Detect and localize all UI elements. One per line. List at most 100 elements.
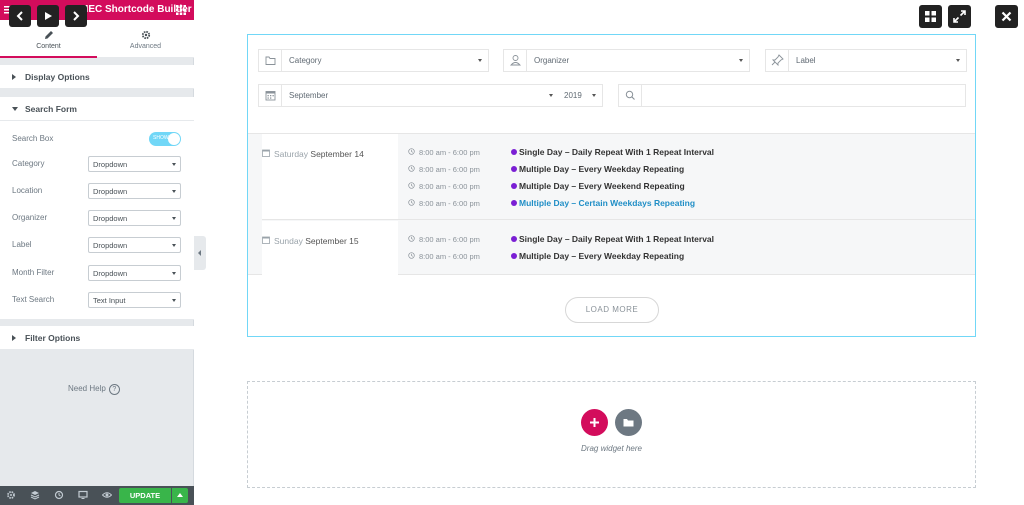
need-help-link[interactable]: Need Help? <box>68 384 120 395</box>
day-group: Sunday September 15 8:00 am - 6:00 pm Sin… <box>262 221 975 276</box>
event-item[interactable]: 8:00 am - 6:00 pm Multiple Day – Every We… <box>408 162 968 178</box>
collapse-panel-handle[interactable] <box>194 236 206 270</box>
event-item[interactable]: 8:00 am - 6:00 pm Multiple Day – Every We… <box>408 249 968 265</box>
text-search-select[interactable]: Text Input <box>88 292 181 308</box>
empty-section-drop-zone[interactable]: Drag widget here <box>247 381 976 488</box>
search-form-controls: Search Box SHOW Category Dropdown Locati… <box>0 121 194 320</box>
organizer-select[interactable]: Dropdown <box>88 210 181 226</box>
event-title-link[interactable]: Multiple Day – Every Weekday Repeating <box>519 164 684 174</box>
category-select-value: Dropdown <box>93 160 128 169</box>
tab-advanced[interactable]: Advanced <box>97 20 194 58</box>
label-select-value: Dropdown <box>93 241 128 250</box>
section-display-options[interactable]: Display Options <box>0 65 194 89</box>
event-title-link[interactable]: Multiple Day – Every Weekend Repeating <box>519 181 685 191</box>
search-box-label: Search Box <box>12 134 54 143</box>
event-title-link[interactable]: Multiple Day – Certain Weekdays Repeatin… <box>519 198 695 208</box>
dropdown-arrow-icon <box>549 94 553 97</box>
event-title-link[interactable]: Single Day – Daily Repeat With 1 Repeat … <box>519 234 714 244</box>
tab-content-label: Content <box>36 43 61 50</box>
search-box-toggle[interactable]: SHOW <box>149 132 181 146</box>
play-button[interactable] <box>37 5 59 27</box>
day-weekday: Sunday <box>274 236 303 246</box>
event-color-dot <box>511 236 517 242</box>
category-row: Category Dropdown <box>12 156 182 172</box>
history-icon[interactable] <box>54 490 64 500</box>
forward-button[interactable] <box>65 5 87 27</box>
text-search-field[interactable] <box>618 84 966 107</box>
label-select[interactable]: Dropdown <box>88 237 181 253</box>
dropdown-arrow-icon <box>739 59 743 62</box>
month-filter-row: Month Filter Dropdown <box>12 265 182 281</box>
widgets-grid-icon[interactable] <box>176 5 186 15</box>
day-date: Saturday September 14 <box>274 149 364 159</box>
add-template-button[interactable] <box>615 409 642 436</box>
toggle-knob <box>168 133 180 145</box>
event-item[interactable]: 8:00 am - 6:00 pm Multiple Day – Every We… <box>408 179 968 195</box>
need-help-label: Need Help <box>68 384 106 393</box>
label-label: Label <box>12 240 32 249</box>
settings-icon[interactable] <box>6 490 16 500</box>
editor-panel: MEC Shortcode Builder Content Advanced D… <box>0 0 194 505</box>
panel-footer: UPDATE <box>0 486 194 505</box>
label-filter[interactable]: Label <box>765 49 967 72</box>
location-select[interactable]: Dropdown <box>88 183 181 199</box>
dropdown-arrow-icon <box>172 163 176 166</box>
month-filter[interactable]: September <box>258 84 560 107</box>
load-more-button[interactable]: LOAD MORE <box>565 297 659 323</box>
event-item[interactable]: 8:00 am - 6:00 pm Multiple Day – Certain … <box>408 196 968 212</box>
label-filter-text: Label <box>796 56 816 65</box>
panel-title: MEC Shortcode Builder <box>80 4 192 15</box>
fullscreen-button[interactable] <box>948 5 971 28</box>
responsive-mode-icon[interactable] <box>78 490 88 500</box>
event-title-link[interactable]: Multiple Day – Every Weekday Repeating <box>519 251 684 261</box>
folder-icon <box>623 419 634 427</box>
event-item[interactable]: 8:00 am - 6:00 pm Single Day – Daily Repe… <box>408 232 968 248</box>
dropdown-arrow-icon <box>172 272 176 275</box>
caret-right-icon <box>12 335 16 341</box>
add-section-button[interactable] <box>581 409 608 436</box>
calendar-icon <box>262 149 270 157</box>
update-button[interactable]: UPDATE <box>119 488 171 503</box>
organizer-filter[interactable]: Organizer <box>503 49 750 72</box>
update-options-button[interactable] <box>172 488 188 503</box>
dropdown-arrow-icon <box>172 299 176 302</box>
drag-widget-hint: Drag widget here <box>581 444 642 453</box>
dropdown-arrow-icon <box>478 59 482 62</box>
layers-icon[interactable] <box>30 490 40 500</box>
section-filter-options[interactable]: Filter Options <box>0 326 194 350</box>
section-search-form[interactable]: Search Form <box>0 97 194 121</box>
clock-icon <box>408 182 415 189</box>
year-filter-text: 2019 <box>564 91 582 100</box>
preview-eye-icon[interactable] <box>102 490 112 500</box>
day-date-cell: Saturday September 14 <box>262 134 398 219</box>
event-time: 8:00 am - 6:00 pm <box>419 148 480 157</box>
event-time: 8:00 am - 6:00 pm <box>419 252 480 261</box>
dropdown-arrow-icon <box>956 59 960 62</box>
event-item[interactable]: 8:00 am - 6:00 pm Single Day – Daily Repe… <box>408 145 968 161</box>
organizer-row: Organizer Dropdown <box>12 210 182 226</box>
folder-icon <box>259 50 282 71</box>
day-date: Sunday September 15 <box>274 236 359 246</box>
back-button[interactable] <box>9 5 31 27</box>
text-search-label: Text Search <box>12 295 55 304</box>
pencil-icon <box>44 31 53 39</box>
events-list-widget[interactable]: Category Organizer Label September 2019 … <box>247 34 976 337</box>
organizer-filter-text: Organizer <box>534 56 570 65</box>
event-title-link[interactable]: Single Day – Daily Repeat With 1 Repeat … <box>519 147 714 157</box>
dropdown-arrow-icon <box>172 190 176 193</box>
clock-icon <box>408 252 415 259</box>
close-button[interactable] <box>995 5 1018 28</box>
category-filter[interactable]: Category <box>258 49 489 72</box>
day-group: Saturday September 14 8:00 am - 6:00 pm S… <box>262 134 975 220</box>
month-filter-text: September <box>289 91 329 100</box>
gear-icon <box>141 30 150 40</box>
category-select[interactable]: Dropdown <box>88 156 181 172</box>
organizer-select-value: Dropdown <box>93 214 128 223</box>
event-time: 8:00 am - 6:00 pm <box>419 199 480 208</box>
event-time: 8:00 am - 6:00 pm <box>419 182 480 191</box>
navigator-button[interactable] <box>919 5 942 28</box>
chevron-right-icon <box>73 11 80 21</box>
year-filter[interactable]: 2019 <box>558 84 603 107</box>
category-filter-text: Category <box>289 56 322 65</box>
month-filter-select[interactable]: Dropdown <box>88 265 181 281</box>
